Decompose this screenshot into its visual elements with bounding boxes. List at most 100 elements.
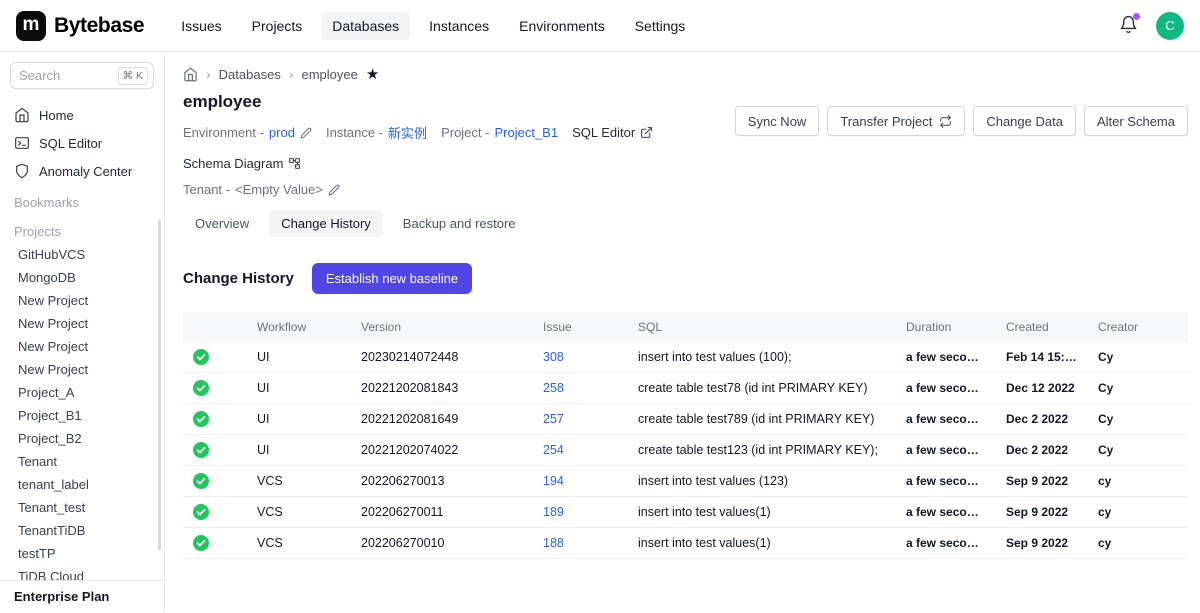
action-button-label: Alter Schema [1097,114,1175,129]
home-icon [14,107,30,123]
table-row[interactable]: UI20230214072448308insert into test valu… [183,342,1188,373]
breadcrumb-databases[interactable]: Databases [219,67,281,82]
issue-link[interactable]: 308 [543,350,564,364]
sync-now-button[interactable]: Sync Now [735,106,820,136]
sql-editor-label: SQL Editor [572,125,635,140]
tab-change-history[interactable]: Change History [269,210,383,237]
table-row[interactable]: VCS202206270010188insert into test value… [183,528,1188,559]
sidebar-item-sql-editor[interactable]: SQL Editor [0,129,164,157]
nav-item-environments[interactable]: Environments [508,12,616,40]
issue-link[interactable]: 257 [543,412,564,426]
environment-link[interactable]: prod [269,125,295,140]
nav-item-projects[interactable]: Projects [241,12,314,40]
workflow-cell: UI [247,404,351,435]
created-cell: Dec 12 2022 [996,373,1088,404]
success-check-icon [193,442,209,458]
version-cell: 20221202081649 [351,404,533,435]
project-link[interactable]: Project_B1 [494,125,558,140]
sidebar-item-project-tenant_label[interactable]: tenant_label [0,473,164,496]
change-data-button[interactable]: Change Data [973,106,1076,136]
sidebar-scrollbar[interactable] [158,220,161,550]
success-check-icon [193,473,209,489]
issue-link[interactable]: 189 [543,505,564,519]
breadcrumb-employee: employee [302,67,358,82]
schema-diagram-link[interactable]: Schema Diagram [183,156,301,171]
sql-editor-link[interactable]: SQL Editor [572,125,653,140]
database-meta-row-1: Environment - prod Instance - 新实例 Projec… [183,123,735,171]
success-check-icon [193,349,209,365]
column-header-sql: SQL [628,312,896,342]
sql-cell: insert into test values (100); [628,342,896,373]
brand[interactable]: m Bytebase [16,11,144,41]
sidebar-item-project-githubvcs[interactable]: GitHubVCS [0,243,164,266]
transfer-icon [939,115,952,128]
table-row[interactable]: UI20221202081649257create table test789 … [183,404,1188,435]
nav-item-settings[interactable]: Settings [624,12,697,40]
version-cell: 202206270013 [351,466,533,497]
sidebar-item-project-new-project[interactable]: New Project [0,358,164,381]
workflow-cell: UI [247,373,351,404]
alter-schema-button[interactable]: Alter Schema [1084,106,1188,136]
page-head-left: employee Environment - prod Instance - 新… [183,92,735,197]
column-header-status [183,312,247,342]
edit-environment-icon[interactable] [300,127,312,139]
environment-label: Environment - [183,125,264,140]
sidebar-footer[interactable]: Enterprise Plan [0,580,164,612]
table-row[interactable]: UI20221202081843258create table test78 (… [183,373,1188,404]
duration-cell: a few seconds [896,373,996,404]
created-cell: Sep 9 2022 [996,528,1088,559]
sidebar-item-project-tenanttidb[interactable]: TenantTiDB [0,519,164,542]
nav-item-issues[interactable]: Issues [170,12,232,40]
issue-link[interactable]: 254 [543,443,564,457]
search-input[interactable] [19,68,114,83]
issue-cell: 188 [533,528,628,559]
table-row[interactable]: VCS202206270011189insert into test value… [183,497,1188,528]
search-shortcut-badge: ⌘ K [118,67,148,85]
search-box[interactable]: ⌘ K [10,62,154,89]
sidebar-item-project-mongodb[interactable]: MongoDB [0,266,164,289]
nav-item-instances[interactable]: Instances [418,12,500,40]
table-body: UI20230214072448308insert into test valu… [183,342,1188,559]
transfer-project-button[interactable]: Transfer Project [827,106,965,136]
edit-tenant-icon[interactable] [328,184,340,196]
issue-link[interactable]: 194 [543,474,564,488]
sidebar-item-anomaly-center[interactable]: Anomaly Center [0,157,164,185]
status-cell [183,435,247,466]
workflow-cell: UI [247,342,351,373]
sidebar-item-home[interactable]: Home [0,101,164,129]
table-row[interactable]: UI20221202074022254create table test123 … [183,435,1188,466]
avatar[interactable]: C [1156,12,1184,40]
sidebar-item-label: SQL Editor [39,136,102,151]
action-button-label: Sync Now [748,114,807,129]
duration-cell: a few seconds [896,435,996,466]
tab-overview[interactable]: Overview [183,210,261,237]
environment-meta: Environment - prod [183,125,312,140]
sidebar-item-project-project_b2[interactable]: Project_B2 [0,427,164,450]
table-row[interactable]: VCS202206270013194insert into test value… [183,466,1188,497]
sidebar-item-project-tenant[interactable]: Tenant [0,450,164,473]
sidebar-item-project-new-project[interactable]: New Project [0,335,164,358]
tab-backup-and-restore[interactable]: Backup and restore [391,210,528,237]
project-label: Project - [441,125,489,140]
issue-link[interactable]: 188 [543,536,564,550]
bookmark-star-icon[interactable]: ★ [366,67,379,82]
creator-cell: cy [1088,466,1188,497]
sidebar-item-project-tenant_test[interactable]: Tenant_test [0,496,164,519]
success-check-icon [193,411,209,427]
page-head: employee Environment - prod Instance - 新… [183,92,1188,197]
status-cell [183,497,247,528]
sidebar-item-project-new-project[interactable]: New Project [0,312,164,335]
instance-link[interactable]: 新实例 [388,123,427,142]
sidebar-item-project-testtp[interactable]: testTP [0,542,164,565]
notifications-button[interactable] [1119,15,1138,37]
sidebar-item-project-project_b1[interactable]: Project_B1 [0,404,164,427]
establish-baseline-button[interactable]: Establish new baseline [312,263,472,294]
creator-cell: cy [1088,497,1188,528]
instance-meta: Instance - 新实例 [326,123,427,142]
duration-cell: a few seconds [896,342,996,373]
issue-link[interactable]: 258 [543,381,564,395]
breadcrumb-home-icon[interactable] [183,67,198,82]
sidebar-item-project-project_a[interactable]: Project_A [0,381,164,404]
sidebar-item-project-new-project[interactable]: New Project [0,289,164,312]
nav-item-databases[interactable]: Databases [321,12,410,40]
